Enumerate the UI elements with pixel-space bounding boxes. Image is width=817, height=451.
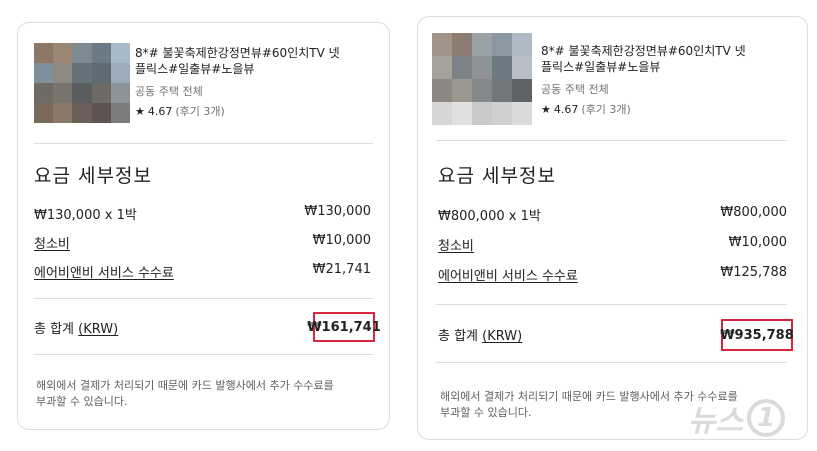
listing-title-line: 8*# 불꽃축제한강정면뷰#60인치TV 넷 xyxy=(541,44,746,58)
thumbnail-mosaic-cell xyxy=(34,63,54,83)
thumbnail-mosaic-cell xyxy=(72,43,92,63)
listing-type: 공동 주택 전체 xyxy=(541,83,609,96)
star-icon: ★ xyxy=(541,103,551,116)
thumbnail-mosaic-cell xyxy=(53,63,73,83)
news1-watermark-logo: 뉴스 1 xyxy=(688,396,786,440)
foreign-fee-note: 해외에서 결제가 처리되기 때문에 카드 발행사에서 추가 수수료를 부과할 수… xyxy=(36,378,334,410)
thumbnail-mosaic-cell xyxy=(110,43,130,63)
thumbnail-mosaic-cell xyxy=(34,103,54,123)
rating-value: 4.67 xyxy=(147,105,173,118)
price-details-card-left: 8*# 불꽃축제한강정면뷰#60인치TV 넷 플릭스#일출뷰#노을뷰 공동 주택… xyxy=(17,22,390,430)
thumbnail-mosaic-cell xyxy=(512,79,532,102)
thumbnail-mosaic-cell xyxy=(452,79,472,102)
cleaning-fee-value: ₩10,000 xyxy=(312,233,371,248)
note-line: 부과할 수 있습니다. xyxy=(36,395,128,408)
review-count: (후기 3개) xyxy=(581,103,631,116)
total-value-highlight: ₩935,788 xyxy=(720,319,794,351)
listing-thumbnail[interactable] xyxy=(432,33,532,125)
thumbnail-mosaic-cell xyxy=(452,102,472,125)
divider xyxy=(34,298,373,299)
service-fee-value: ₩21,741 xyxy=(312,262,371,277)
listing-type: 공동 주택 전체 xyxy=(135,85,203,98)
thumbnail-mosaic-cell xyxy=(53,83,73,103)
divider xyxy=(436,304,787,305)
note-line: 해외에서 결제가 처리되기 때문에 카드 발행사에서 추가 수수료를 xyxy=(36,379,334,392)
thumbnail-mosaic-cell xyxy=(91,103,111,123)
thumbnail-mosaic-cell xyxy=(472,102,492,125)
thumbnail-mosaic-cell xyxy=(53,103,73,123)
service-fee-link[interactable]: 에어비앤비 서비스 수수료 xyxy=(34,262,174,281)
nightly-rate-value: ₩130,000 xyxy=(304,204,371,219)
total-label: 총 합계 (KRW) xyxy=(438,325,522,344)
thumbnail-mosaic-cell xyxy=(34,43,54,63)
thumbnail-mosaic-cell xyxy=(472,56,492,79)
total-label-text: 총 합계 xyxy=(438,329,479,344)
listing-title-line: 플릭스#일출뷰#노을뷰 xyxy=(135,62,255,76)
thumbnail-mosaic-cell xyxy=(53,43,73,63)
thumbnail-mosaic-cell xyxy=(472,79,492,102)
thumbnail-mosaic-cell xyxy=(110,83,130,103)
currency-link[interactable]: (KRW) xyxy=(78,322,118,337)
thumbnail-mosaic-cell xyxy=(492,102,512,125)
cleaning-fee-value: ₩10,000 xyxy=(728,235,787,250)
thumbnail-mosaic-cell xyxy=(492,56,512,79)
section-title: 요금 세부정보 xyxy=(438,165,556,187)
thumbnail-mosaic-cell xyxy=(452,56,472,79)
section-title: 요금 세부정보 xyxy=(34,165,152,187)
thumbnail-mosaic-cell xyxy=(91,83,111,103)
watermark-text: 뉴스 xyxy=(688,404,744,439)
listing-rating: ★ 4.67 (후기 3개) xyxy=(541,101,631,117)
nightly-rate-label: ₩800,000 x 1박 xyxy=(438,209,541,224)
thumbnail-mosaic-cell xyxy=(432,56,452,79)
thumbnail-mosaic-cell xyxy=(512,56,532,79)
star-icon: ★ xyxy=(135,105,145,118)
total-label: 총 합계 (KRW) xyxy=(34,318,118,337)
thumbnail-mosaic-cell xyxy=(432,33,452,56)
thumbnail-mosaic-cell xyxy=(34,83,54,103)
thumbnail-mosaic-cell xyxy=(512,102,532,125)
rating-value: 4.67 xyxy=(553,103,579,116)
service-fee-value: ₩125,788 xyxy=(720,265,787,280)
thumbnail-mosaic-cell xyxy=(452,33,472,56)
review-count: (후기 3개) xyxy=(175,105,225,118)
divider xyxy=(34,143,373,144)
thumbnail-mosaic-cell xyxy=(110,103,130,123)
cleaning-fee-link[interactable]: 청소비 xyxy=(34,233,70,252)
nightly-rate-value: ₩800,000 xyxy=(720,205,787,220)
divider xyxy=(436,362,787,363)
listing-title[interactable]: 8*# 불꽃축제한강정면뷰#60인치TV 넷 플릭스#일출뷰#노을뷰 xyxy=(541,43,746,75)
service-fee-link[interactable]: 에어비앤비 서비스 수수료 xyxy=(438,265,578,284)
thumbnail-mosaic-cell xyxy=(110,63,130,83)
thumbnail-mosaic-cell xyxy=(72,83,92,103)
divider xyxy=(34,354,373,355)
nightly-rate-label: ₩130,000 x 1박 xyxy=(34,208,137,223)
thumbnail-mosaic-cell xyxy=(492,33,512,56)
thumbnail-mosaic-cell xyxy=(432,102,452,125)
listing-title-line: 8*# 불꽃축제한강정면뷰#60인치TV 넷 xyxy=(135,46,340,60)
listing-rating: ★ 4.67 (후기 3개) xyxy=(135,103,225,119)
thumbnail-mosaic-cell xyxy=(72,63,92,83)
price-details-card-right: 8*# 불꽃축제한강정면뷰#60인치TV 넷 플릭스#일출뷰#노을뷰 공동 주택… xyxy=(417,16,808,440)
thumbnail-mosaic-cell xyxy=(472,33,492,56)
thumbnail-mosaic-cell xyxy=(432,79,452,102)
currency-link[interactable]: (KRW) xyxy=(482,329,522,344)
thumbnail-mosaic-cell xyxy=(512,33,532,56)
thumbnail-mosaic-cell xyxy=(91,63,111,83)
total-value-highlight: ₩161,741 xyxy=(307,312,381,342)
thumbnail-mosaic-cell xyxy=(72,103,92,123)
total-label-text: 총 합계 xyxy=(34,322,75,337)
listing-title[interactable]: 8*# 불꽃축제한강정면뷰#60인치TV 넷 플릭스#일출뷰#노을뷰 xyxy=(135,45,340,77)
listing-thumbnail[interactable] xyxy=(34,43,130,123)
divider xyxy=(436,140,787,141)
watermark-mark: 1 xyxy=(747,399,786,437)
cleaning-fee-link[interactable]: 청소비 xyxy=(438,235,474,254)
thumbnail-mosaic-cell xyxy=(91,43,111,63)
thumbnail-mosaic-cell xyxy=(492,79,512,102)
listing-title-line: 플릭스#일출뷰#노을뷰 xyxy=(541,60,661,74)
